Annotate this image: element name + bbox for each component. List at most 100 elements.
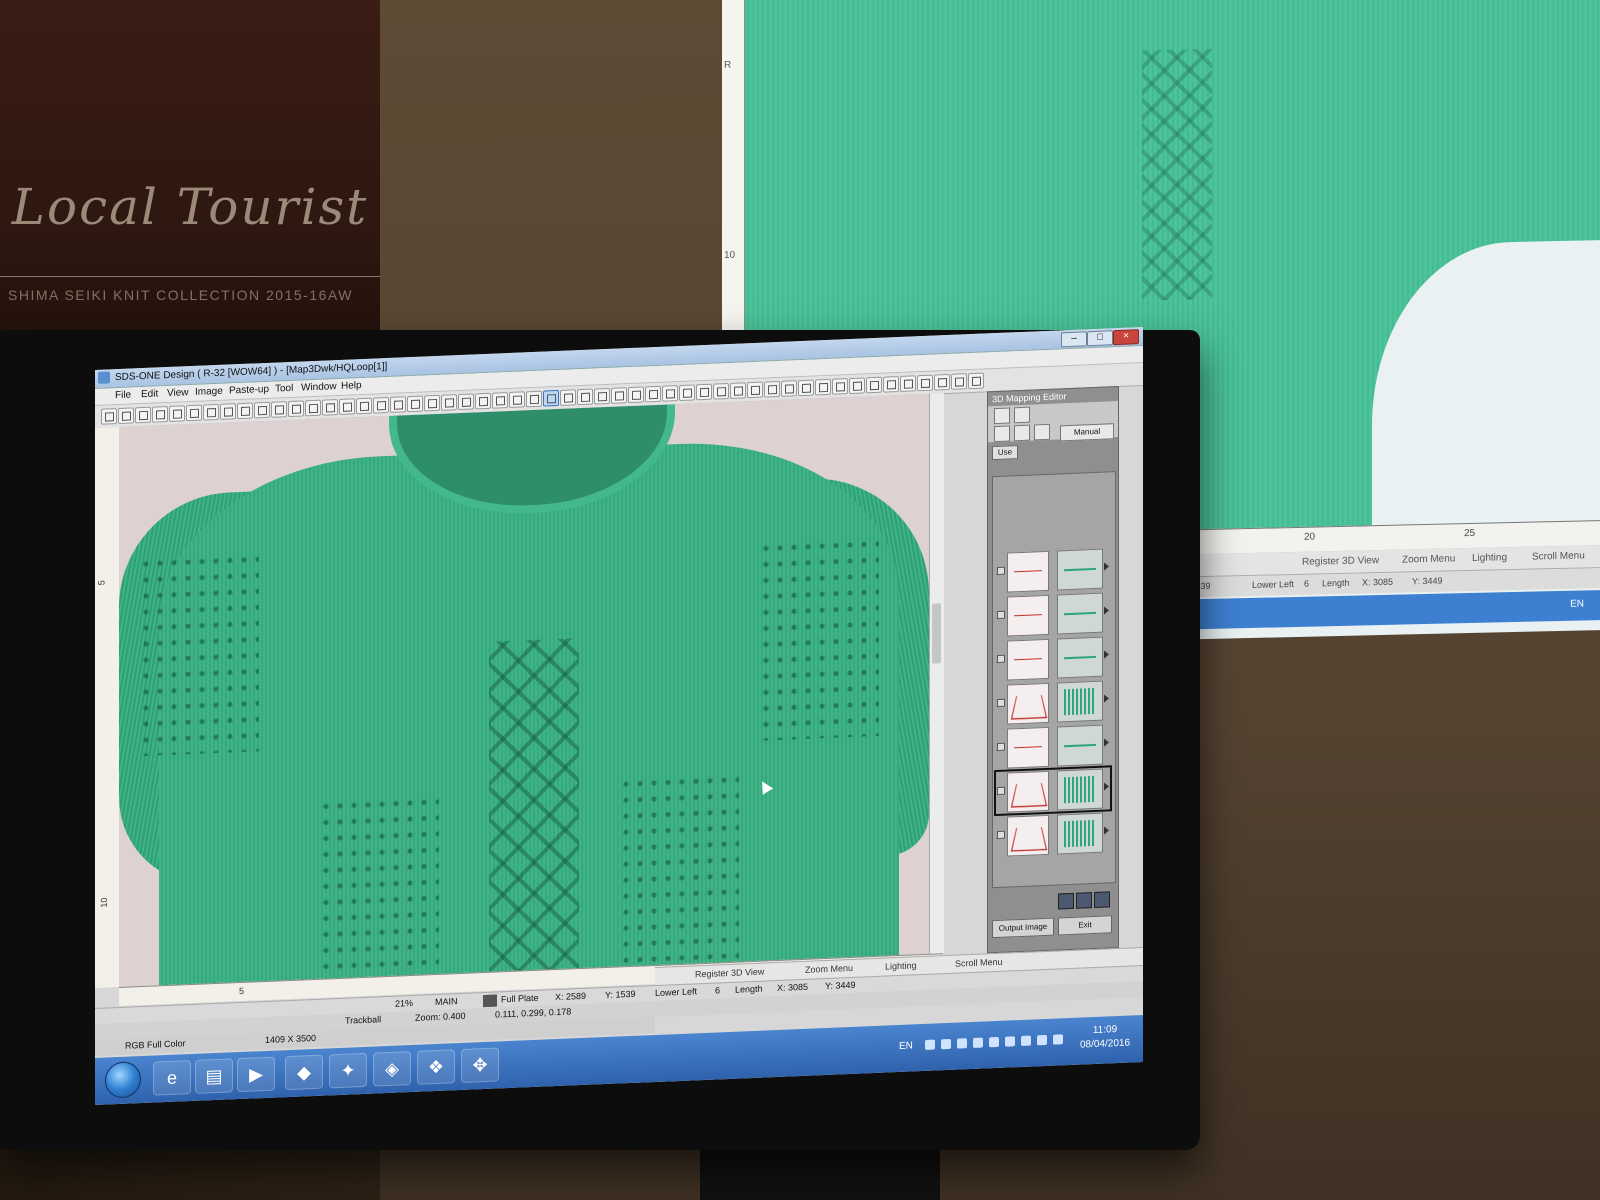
register-3d-view-button[interactable]: Register 3D View bbox=[695, 967, 764, 980]
toolbar-button[interactable] bbox=[509, 391, 525, 409]
toolbar-button[interactable] bbox=[339, 398, 355, 415]
toolbar-button[interactable] bbox=[679, 384, 695, 402]
toolbar-button[interactable] bbox=[594, 387, 610, 405]
mesh-tool-icon[interactable] bbox=[1014, 424, 1030, 442]
toolbar-button[interactable] bbox=[186, 404, 202, 422]
menu-tool[interactable]: Tool bbox=[275, 383, 293, 395]
toolbar-button[interactable] bbox=[203, 403, 219, 421]
toolbar-button[interactable] bbox=[101, 408, 117, 425]
start-orb-icon[interactable] bbox=[105, 1061, 141, 1099]
layer-checkbox[interactable] bbox=[997, 654, 1005, 663]
toolbar-button[interactable] bbox=[526, 390, 542, 408]
menu-edit[interactable]: Edit bbox=[141, 388, 158, 400]
tray-app-icon[interactable] bbox=[1037, 1034, 1047, 1046]
list-item[interactable] bbox=[997, 636, 1109, 681]
toolbar-button[interactable] bbox=[458, 393, 474, 411]
toolbar-button[interactable] bbox=[730, 382, 746, 399]
chevron-right-icon[interactable] bbox=[1104, 606, 1109, 615]
toolbar-button[interactable] bbox=[322, 399, 338, 416]
list-item[interactable] bbox=[997, 592, 1109, 637]
toolbar-button[interactable] bbox=[883, 376, 899, 393]
lighting-button[interactable]: Lighting bbox=[885, 960, 917, 971]
toolbar-button[interactable] bbox=[662, 385, 678, 402]
toolbar-button[interactable] bbox=[254, 401, 270, 419]
clock-time[interactable]: 11:09 bbox=[1075, 1023, 1135, 1036]
layer-checkbox[interactable] bbox=[997, 566, 1005, 575]
toolbar-button[interactable] bbox=[849, 377, 865, 395]
close-button[interactable]: × bbox=[1113, 329, 1139, 346]
toolbar-button[interactable] bbox=[305, 399, 321, 417]
network-icon[interactable] bbox=[925, 1039, 935, 1050]
language-indicator[interactable]: EN bbox=[899, 1040, 913, 1052]
toolbar-button[interactable] bbox=[407, 395, 423, 413]
chevron-right-icon[interactable] bbox=[1104, 650, 1109, 659]
toolbar-button[interactable] bbox=[424, 394, 440, 412]
list-item-selected[interactable] bbox=[994, 765, 1112, 817]
toolbar-button[interactable] bbox=[356, 397, 372, 415]
tray-app-icon[interactable] bbox=[1021, 1035, 1031, 1046]
nav-next-icon[interactable] bbox=[1094, 891, 1110, 909]
mapping-layer-list[interactable] bbox=[992, 471, 1116, 889]
taskbar-app-icon[interactable]: ◆ bbox=[285, 1054, 323, 1091]
taskbar-app-icon[interactable]: ✥ bbox=[461, 1047, 499, 1083]
list-item[interactable] bbox=[997, 724, 1109, 769]
chevron-right-icon[interactable] bbox=[1104, 826, 1109, 835]
toolbar-button[interactable] bbox=[917, 374, 933, 392]
output-image-button[interactable]: Output Image bbox=[992, 917, 1054, 939]
toolbar-button[interactable] bbox=[390, 396, 406, 413]
toolbar-button[interactable] bbox=[118, 407, 134, 425]
toolbar-button[interactable] bbox=[713, 382, 729, 400]
toolbar-button[interactable] bbox=[645, 385, 661, 403]
toolbar-button[interactable] bbox=[169, 405, 185, 422]
toolbar-button[interactable] bbox=[764, 380, 780, 398]
menu-help[interactable]: Help bbox=[341, 380, 362, 392]
toolbar-button[interactable] bbox=[747, 381, 763, 399]
taskbar-app-icon[interactable]: ✦ bbox=[329, 1052, 367, 1089]
scrollbar-thumb[interactable] bbox=[932, 603, 941, 664]
menu-window[interactable]: Window bbox=[301, 381, 337, 393]
menu-image[interactable]: Image bbox=[195, 386, 223, 398]
toolbar-button[interactable] bbox=[373, 396, 389, 414]
internet-explorer-icon[interactable]: e bbox=[153, 1060, 191, 1096]
volume-icon[interactable] bbox=[941, 1038, 951, 1050]
toolbar-button[interactable] bbox=[815, 378, 831, 396]
toolbar-button[interactable] bbox=[866, 376, 882, 394]
layer-checkbox[interactable] bbox=[997, 698, 1005, 707]
menu-file[interactable]: File bbox=[115, 390, 131, 402]
minimize-button[interactable]: – bbox=[1061, 331, 1087, 348]
save-icon[interactable] bbox=[1014, 406, 1030, 424]
toolbar-button[interactable] bbox=[560, 389, 576, 406]
toolbar-button[interactable] bbox=[152, 406, 168, 423]
layer-tool-icon[interactable] bbox=[1034, 423, 1050, 441]
list-item[interactable] bbox=[997, 548, 1109, 593]
tray-app-icon[interactable] bbox=[1053, 1034, 1063, 1045]
toolbar-button[interactable] bbox=[611, 387, 627, 404]
toolbar-button[interactable] bbox=[475, 392, 491, 410]
tab-use[interactable]: Use bbox=[992, 445, 1018, 461]
chevron-right-icon[interactable] bbox=[1104, 562, 1109, 571]
toolbar-button[interactable] bbox=[441, 394, 457, 411]
nav-play-icon[interactable] bbox=[1076, 892, 1092, 909]
toolbar-button[interactable] bbox=[135, 406, 151, 424]
chevron-right-icon[interactable] bbox=[1104, 694, 1109, 703]
maximize-button[interactable]: □ bbox=[1087, 330, 1113, 347]
media-player-icon[interactable]: ▶ bbox=[237, 1056, 275, 1093]
taskbar-app-icon[interactable]: ❖ bbox=[417, 1049, 455, 1085]
toolbar-button[interactable] bbox=[951, 373, 967, 390]
active-tool-button[interactable] bbox=[543, 389, 559, 407]
toolbar-button[interactable] bbox=[271, 401, 287, 418]
list-item[interactable] bbox=[997, 680, 1109, 725]
tray-app-icon[interactable] bbox=[973, 1037, 983, 1048]
toolbar-button[interactable] bbox=[288, 400, 304, 418]
toolbar-button[interactable] bbox=[492, 392, 508, 409]
toolbar-button[interactable] bbox=[696, 383, 712, 401]
folder-icon[interactable]: ▤ bbox=[195, 1058, 233, 1094]
curve-tool-icon[interactable] bbox=[994, 425, 1010, 443]
toolbar-button[interactable] bbox=[968, 372, 984, 390]
tray-app-icon[interactable] bbox=[1005, 1036, 1015, 1047]
toolbar-button[interactable] bbox=[220, 403, 236, 420]
scroll-menu-button[interactable]: Scroll Menu bbox=[955, 957, 1003, 969]
open-icon[interactable] bbox=[994, 407, 1010, 425]
toolbar-button[interactable] bbox=[577, 388, 593, 406]
menu-view[interactable]: View bbox=[167, 387, 189, 399]
